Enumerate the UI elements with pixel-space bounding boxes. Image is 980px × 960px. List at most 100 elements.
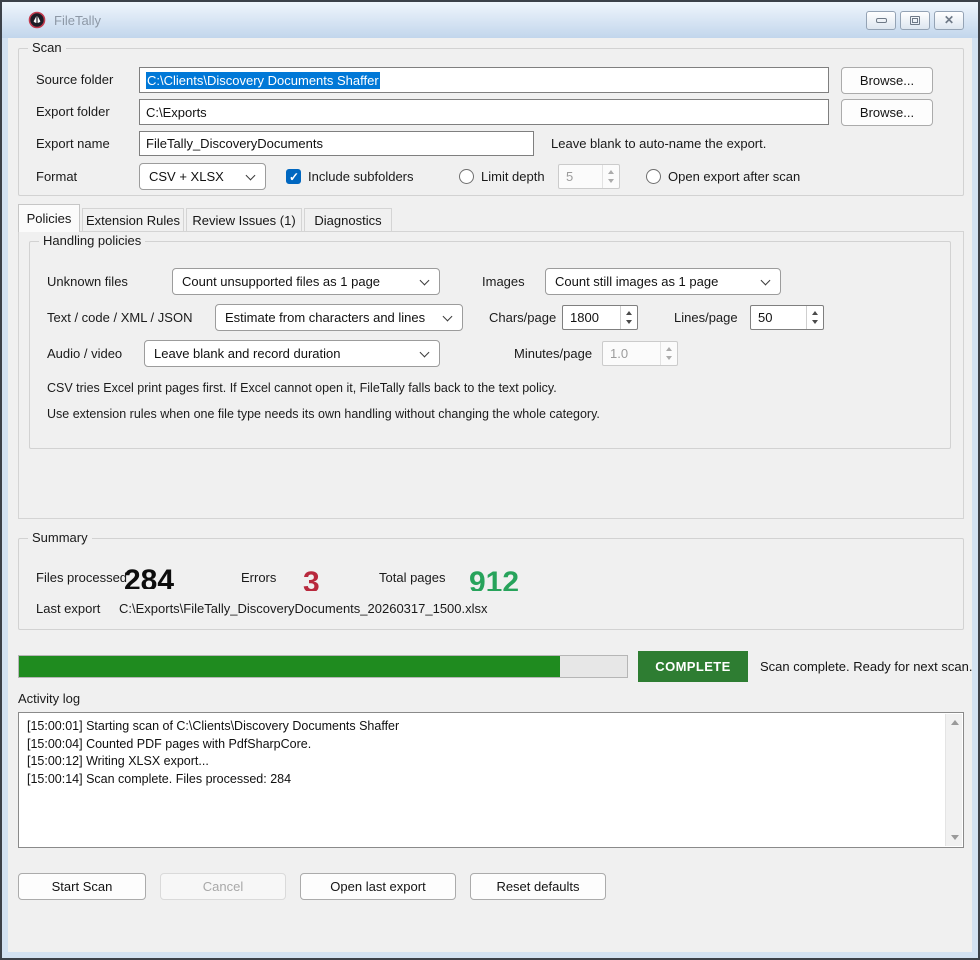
lines-per-page-value: 50 bbox=[758, 310, 772, 325]
source-folder-label: Source folder bbox=[36, 67, 113, 93]
export-folder-value: C:\Exports bbox=[146, 105, 207, 120]
spinner-arrows-icon bbox=[602, 165, 619, 188]
files-processed-label: Files processed bbox=[36, 567, 127, 589]
spinner-arrows-icon[interactable] bbox=[806, 306, 823, 329]
scroll-up-icon[interactable] bbox=[951, 720, 959, 725]
tab-extension-rules[interactable]: Extension Rules bbox=[82, 208, 184, 232]
export-folder-input[interactable]: C:\Exports bbox=[139, 99, 829, 125]
progress-bar bbox=[18, 655, 628, 678]
lines-per-page-stepper[interactable]: 50 bbox=[750, 305, 824, 330]
open-export-label[interactable]: Open export after scan bbox=[668, 163, 800, 190]
log-scrollbar[interactable] bbox=[945, 714, 962, 846]
chevron-down-icon bbox=[420, 348, 430, 358]
chevron-down-icon bbox=[761, 276, 771, 286]
policy-note-1: CSV tries Excel print pages first. If Ex… bbox=[47, 381, 557, 395]
chars-per-page-stepper[interactable]: 1800 bbox=[562, 305, 638, 330]
log-line: [15:00:04] Counted PDF pages with PdfSha… bbox=[27, 736, 941, 754]
reset-defaults-button[interactable]: Reset defaults bbox=[470, 873, 606, 900]
export-name-input[interactable]: FileTally_DiscoveryDocuments bbox=[139, 131, 534, 156]
errors-value: 3 bbox=[303, 569, 320, 591]
depth-value: 5 bbox=[566, 169, 573, 184]
lines-per-page-label: Lines/page bbox=[674, 304, 738, 331]
chars-per-page-value: 1800 bbox=[570, 310, 599, 325]
total-pages-value: 912 bbox=[469, 569, 519, 591]
maximize-icon bbox=[910, 16, 920, 25]
include-subfolders-label[interactable]: Include subfolders bbox=[308, 163, 414, 190]
close-button[interactable]: ✕ bbox=[934, 11, 964, 30]
audio-video-label: Audio / video bbox=[47, 340, 122, 367]
audio-video-value: Leave blank and record duration bbox=[154, 346, 340, 361]
tab-review-issues[interactable]: Review Issues (1) bbox=[186, 208, 302, 232]
progress-status: Scan complete. Ready for next scan. bbox=[760, 655, 972, 678]
minimize-button[interactable] bbox=[866, 11, 896, 30]
cancel-button: Cancel bbox=[160, 873, 286, 900]
export-name-hint: Leave blank to auto-name the export. bbox=[551, 131, 766, 157]
app-window: FileTally ✕ Scan Source folder C:\Client… bbox=[0, 0, 980, 960]
images-value: Count still images as 1 page bbox=[555, 274, 718, 289]
format-label: Format bbox=[36, 163, 77, 190]
text-code-label: Text / code / XML / JSON bbox=[47, 304, 192, 331]
summary-legend: Summary bbox=[28, 530, 92, 545]
summary-group: Summary Files processed 284 Errors 3 Tot… bbox=[18, 538, 964, 630]
source-folder-browse-button[interactable]: Browse... bbox=[841, 67, 933, 94]
format-value: CSV + XLSX bbox=[149, 169, 224, 184]
tab-diagnostics[interactable]: Diagnostics bbox=[304, 208, 392, 232]
complete-badge: COMPLETE bbox=[638, 651, 748, 682]
unknown-files-label: Unknown files bbox=[47, 268, 128, 295]
last-export-label: Last export bbox=[36, 599, 100, 619]
unknown-files-value: Count unsupported files as 1 page bbox=[182, 274, 380, 289]
log-line: [15:00:14] Scan complete. Files processe… bbox=[27, 771, 941, 789]
activity-log-label: Activity log bbox=[18, 690, 80, 708]
include-subfolders-checkbox[interactable] bbox=[286, 169, 301, 184]
open-last-export-button[interactable]: Open last export bbox=[300, 873, 456, 900]
log-line: [15:00:01] Starting scan of C:\Clients\D… bbox=[27, 718, 941, 736]
filetally-logo-icon bbox=[28, 11, 46, 29]
log-line: [15:00:12] Writing XLSX export... bbox=[27, 753, 941, 771]
minimize-icon bbox=[876, 18, 887, 23]
unknown-files-select[interactable]: Count unsupported files as 1 page bbox=[172, 268, 440, 295]
policies-tab-panel: Handling policies Unknown files Count un… bbox=[18, 231, 964, 519]
format-select[interactable]: CSV + XLSX bbox=[139, 163, 266, 190]
window-title: FileTally bbox=[54, 13, 101, 28]
source-folder-value: C:\Clients\Discovery Documents Shaffer bbox=[146, 72, 380, 89]
scan-legend: Scan bbox=[28, 40, 66, 55]
minutes-per-page-label: Minutes/page bbox=[514, 340, 592, 367]
open-export-checkbox[interactable] bbox=[646, 169, 661, 184]
progress-fill bbox=[19, 656, 560, 677]
chars-per-page-label: Chars/page bbox=[489, 304, 556, 331]
minutes-per-page-value: 1.0 bbox=[610, 346, 628, 361]
activity-log-box[interactable]: [15:00:01] Starting scan of C:\Clients\D… bbox=[18, 712, 964, 848]
client-area: Scan Source folder C:\Clients\Discovery … bbox=[8, 38, 972, 952]
minutes-per-page-stepper: 1.0 bbox=[602, 341, 678, 366]
spinner-arrows-icon[interactable] bbox=[620, 306, 637, 329]
limit-depth-label[interactable]: Limit depth bbox=[481, 163, 545, 190]
scroll-down-icon[interactable] bbox=[951, 835, 959, 840]
maximize-button[interactable] bbox=[900, 11, 930, 30]
handling-policies-group: Handling policies Unknown files Count un… bbox=[29, 241, 951, 449]
text-code-value: Estimate from characters and lines bbox=[225, 310, 425, 325]
errors-label: Errors bbox=[241, 567, 276, 589]
source-folder-input[interactable]: C:\Clients\Discovery Documents Shaffer bbox=[139, 67, 829, 93]
files-processed-value: 284 bbox=[124, 567, 174, 589]
start-scan-button[interactable]: Start Scan bbox=[18, 873, 146, 900]
last-export-value: C:\Exports\FileTally_DiscoveryDocuments_… bbox=[119, 599, 488, 619]
total-pages-label: Total pages bbox=[379, 567, 446, 589]
chevron-down-icon bbox=[246, 171, 256, 181]
export-name-value: FileTally_DiscoveryDocuments bbox=[146, 136, 323, 151]
titlebar[interactable]: FileTally ✕ bbox=[2, 2, 978, 38]
audio-video-select[interactable]: Leave blank and record duration bbox=[144, 340, 440, 367]
activity-log-text: [15:00:01] Starting scan of C:\Clients\D… bbox=[27, 718, 941, 843]
export-folder-label: Export folder bbox=[36, 99, 110, 125]
limit-depth-checkbox[interactable] bbox=[459, 169, 474, 184]
images-select[interactable]: Count still images as 1 page bbox=[545, 268, 781, 295]
scan-group: Scan Source folder C:\Clients\Discovery … bbox=[18, 48, 964, 196]
depth-stepper: 5 bbox=[558, 164, 620, 189]
policy-note-2: Use extension rules when one file type n… bbox=[47, 407, 600, 421]
export-name-label: Export name bbox=[36, 131, 110, 157]
text-code-select[interactable]: Estimate from characters and lines bbox=[215, 304, 463, 331]
tab-policies[interactable]: Policies bbox=[18, 204, 80, 232]
spinner-arrows-icon bbox=[660, 342, 677, 365]
export-folder-browse-button[interactable]: Browse... bbox=[841, 99, 933, 126]
handling-policies-legend: Handling policies bbox=[39, 233, 145, 248]
close-icon: ✕ bbox=[944, 14, 954, 26]
